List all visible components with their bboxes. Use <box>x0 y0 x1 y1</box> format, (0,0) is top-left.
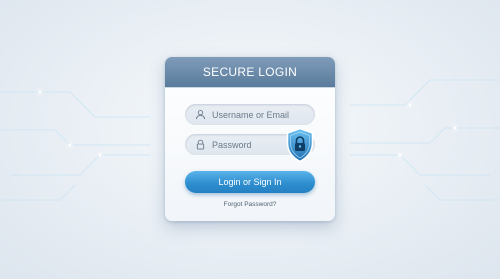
user-icon <box>194 109 206 121</box>
lock-icon <box>194 139 206 151</box>
login-card: SECURE LOGIN Username or Email Login or … <box>165 57 335 221</box>
login-card-header: SECURE LOGIN <box>165 57 335 88</box>
login-button[interactable]: Login or Sign In <box>185 171 315 193</box>
username-input[interactable] <box>212 109 307 120</box>
shield-lock-icon <box>286 127 314 163</box>
forgot-password-link[interactable]: Forgot Password? <box>165 201 335 208</box>
login-title: SECURE LOGIN <box>202 65 298 79</box>
username-field[interactable] <box>185 104 315 125</box>
